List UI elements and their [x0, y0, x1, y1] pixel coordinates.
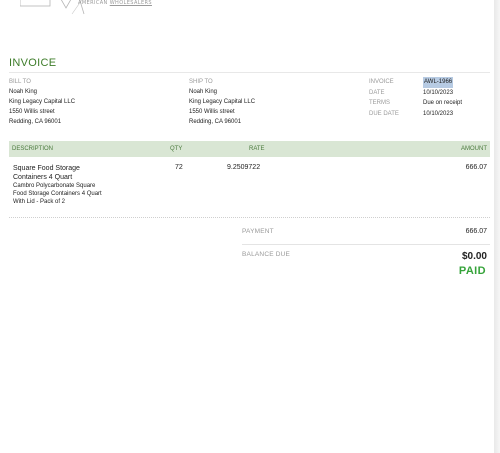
- logo-text-left: AMERICAN: [78, 0, 108, 6]
- invoice-title: INVOICE: [9, 57, 57, 69]
- invoice-page: AMERICAN WHOLESALERS INVOICE BILL TO Noa…: [0, 0, 495, 453]
- ship-to-line: Noah King: [189, 89, 218, 95]
- balance-due-label: BALANCE DUE: [242, 251, 291, 258]
- company-logo: AMERICAN WHOLESALERS: [19, 0, 160, 16]
- bill-to-line: Redding, CA 96001: [9, 119, 62, 125]
- ship-to-label: SHIP TO: [189, 79, 213, 85]
- meta-key: DUE DATE: [369, 110, 399, 117]
- bill-to-line: Noah King: [9, 89, 38, 95]
- payment-label: PAYMENT: [242, 228, 274, 235]
- meta-value: Due on receipt: [423, 100, 463, 106]
- viewer-margin: [494, 0, 500, 453]
- column-header-amount: AMOUNT: [461, 146, 487, 152]
- paid-status-badge: PAID: [458, 265, 486, 277]
- bill-to-line: King Legacy Capital LLC: [9, 99, 76, 105]
- ship-to-block: SHIP TO Noah King King Legacy Capital LL…: [189, 77, 255, 127]
- meta-key: TERMS: [369, 100, 390, 106]
- balance-due-value: $0.00: [461, 251, 487, 262]
- bill-to-line: 1550 Willis street: [9, 109, 55, 115]
- ship-to-line: 1550 Willis street: [189, 109, 235, 115]
- meta-key: DATE: [369, 89, 385, 96]
- items-table-header: DESCRIPTION QTY RATE AMOUNT: [9, 141, 490, 157]
- meta-row-invoice: INVOICE AWL-1966: [369, 77, 462, 88]
- item-amount: 666.07: [465, 164, 487, 171]
- divider: [242, 244, 490, 245]
- meta-key: INVOICE: [369, 79, 394, 85]
- invoice-number[interactable]: AWL-1966: [423, 77, 454, 88]
- meta-value: 10/10/2023: [423, 110, 454, 117]
- ship-to-line: King Legacy Capital LLC: [189, 99, 256, 105]
- column-header-rate: RATE: [249, 146, 265, 152]
- invoice-meta: INVOICE AWL-1966 DATE 10/10/2023 TERMS D…: [369, 77, 462, 119]
- item-rate: 9.2509722: [227, 164, 261, 171]
- item-description: Cambro Polycarbonate Square Food Storage…: [13, 183, 102, 205]
- payment-value: 666.07: [465, 228, 487, 235]
- ship-to-line: Redding, CA 96001: [189, 119, 242, 125]
- divider: [9, 217, 490, 218]
- divider: [9, 72, 490, 73]
- column-header-description: DESCRIPTION: [12, 146, 54, 152]
- item-name: Square Food Storage Containers 4 Quart: [13, 165, 80, 181]
- meta-row-terms: TERMS Due on receipt: [369, 98, 462, 109]
- logo-text: AMERICAN WHOLESALERS: [78, 0, 152, 6]
- logo-text-right: WHOLESALERS: [109, 0, 152, 6]
- bill-to-label: BILL TO: [9, 79, 31, 85]
- column-header-qty: QTY: [170, 146, 183, 152]
- meta-row-date: DATE 10/10/2023: [369, 88, 462, 99]
- item-qty: 72: [175, 164, 183, 171]
- meta-value: 10/10/2023: [423, 89, 454, 96]
- meta-row-due-date: DUE DATE 10/10/2023: [369, 109, 462, 120]
- bill-to-block: BILL TO Noah King King Legacy Capital LL…: [9, 77, 75, 127]
